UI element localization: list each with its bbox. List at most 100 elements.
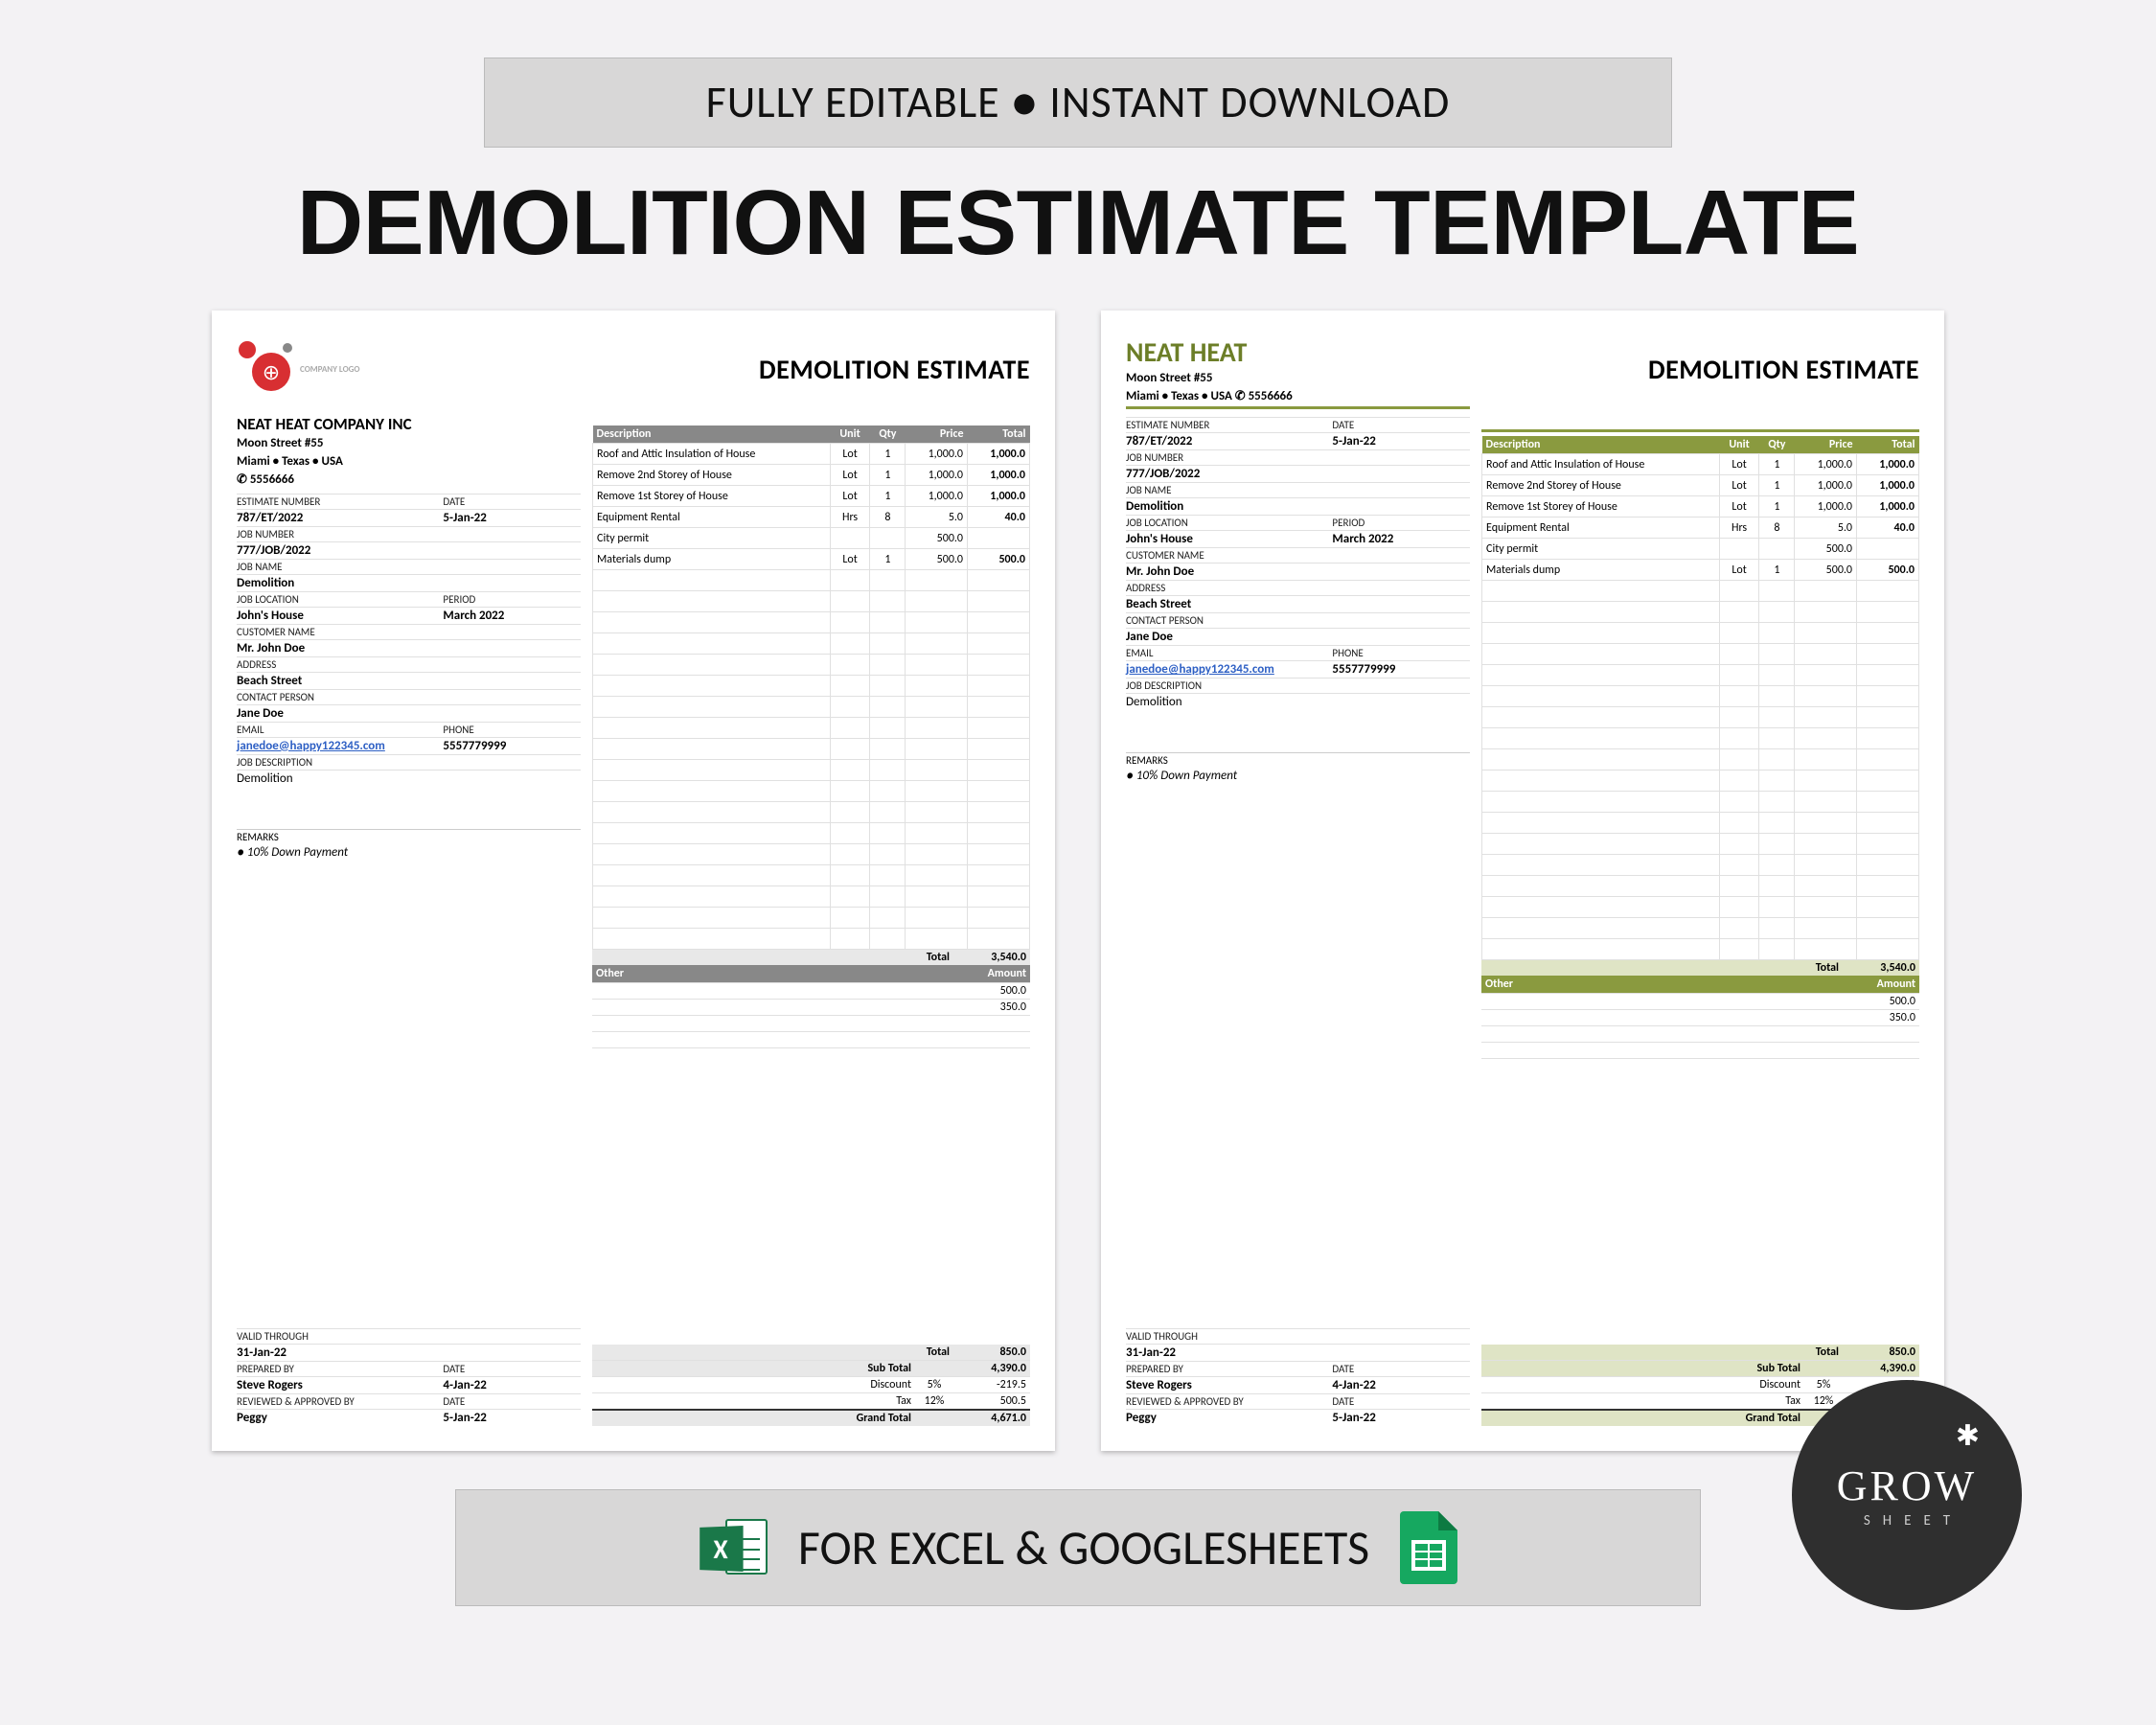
val-job-name-2: Demolition xyxy=(1126,498,1332,515)
discount-label-2: Discount xyxy=(1481,1377,1804,1392)
amount-head: Amount xyxy=(953,965,1030,982)
label-prep-date: DATE xyxy=(443,1362,581,1376)
val-cust-2: Mr. John Doe xyxy=(1126,564,1332,580)
items-total-val-2: 3,540.0 xyxy=(1843,960,1919,976)
table-row: City permit500.0 xyxy=(593,528,1030,549)
val-date: 5-Jan-22 xyxy=(443,510,581,526)
val-phone: 5557779999 xyxy=(443,738,581,754)
tax-val: 500.5 xyxy=(953,1393,1030,1409)
badge-line1: GROW xyxy=(1837,1461,1977,1510)
val-remarks-2: ● 10% Down Payment xyxy=(1126,769,1470,783)
other-row: 500.0 xyxy=(1481,993,1919,1009)
table-row xyxy=(1482,855,1919,876)
tax-label: Tax xyxy=(592,1393,915,1409)
globe-icon: ⊕ xyxy=(263,359,280,385)
table-row: Equipment RentalHrs85.040.0 xyxy=(593,507,1030,528)
val-jobdesc: Demolition xyxy=(237,770,443,787)
table-row xyxy=(1482,876,1919,897)
val-job-loc: John's House xyxy=(237,608,443,624)
val-job-num-2: 777/JOB/2022 xyxy=(1126,466,1332,482)
other-row xyxy=(592,1047,1030,1064)
addr-1-2: Moon Street #55 xyxy=(1126,370,1470,387)
table-row xyxy=(593,760,1030,781)
th-price: Price xyxy=(906,426,968,444)
table-row xyxy=(593,633,1030,655)
table-row: Roof and Attic Insulation of HouseLot11,… xyxy=(593,444,1030,465)
table-row xyxy=(1482,792,1919,813)
val-prep-date: 4-Jan-22 xyxy=(443,1377,581,1393)
val-valid-2: 31-Jan-22 xyxy=(1126,1345,1332,1361)
label-remarks: REMARKS xyxy=(237,829,581,843)
val-email-2[interactable]: janedoe@happy122345.com xyxy=(1126,661,1332,678)
badge-line2: SHEET xyxy=(1864,1512,1962,1530)
table-row: Remove 2nd Storey of HouseLot11,000.01,0… xyxy=(1482,475,1919,496)
table-row xyxy=(593,570,1030,591)
excel-icon: X xyxy=(699,1513,768,1582)
google-sheets-icon xyxy=(1400,1511,1457,1584)
other-head: Other xyxy=(592,965,953,982)
val-phone-2: 5557779999 xyxy=(1332,661,1470,678)
val-job-loc-2: John's House xyxy=(1126,531,1332,547)
val-rev-date-2: 5-Jan-22 xyxy=(1332,1410,1470,1426)
estimate-title: DEMOLITION ESTIMATE xyxy=(592,335,1030,402)
addr-1: Moon Street #55 xyxy=(237,435,581,452)
label-est-num: ESTIMATE NUMBER xyxy=(237,494,443,509)
grand-total-label-2: Grand Total xyxy=(1481,1411,1804,1426)
table-row xyxy=(593,929,1030,950)
table-row xyxy=(593,739,1030,760)
label-job-loc: JOB LOCATION xyxy=(237,592,443,607)
table-row: Materials dumpLot1500.0500.0 xyxy=(1482,560,1919,581)
grand-total-val: 4,671.0 xyxy=(953,1411,1030,1426)
label-est-num-2: ESTIMATE NUMBER xyxy=(1126,418,1332,432)
val-rev-date: 5-Jan-22 xyxy=(443,1410,581,1426)
label-job-name-2: JOB NAME xyxy=(1126,483,1332,497)
tax-label-2: Tax xyxy=(1481,1393,1804,1409)
val-addr: Beach Street xyxy=(237,673,443,689)
label-phone: PHONE xyxy=(443,723,581,737)
logo-caption: COMPANY LOGO xyxy=(300,364,359,375)
label-valid: VALID THROUGH xyxy=(237,1329,443,1344)
val-period: March 2022 xyxy=(443,608,581,624)
table-row xyxy=(1482,770,1919,792)
label-remarks-2: REMARKS xyxy=(1126,752,1470,767)
subtotal-label-2: Sub Total xyxy=(1481,1361,1804,1376)
company-name-2: NEAT HEAT xyxy=(1126,335,1470,369)
table-row xyxy=(593,802,1030,823)
table-row: City permit500.0 xyxy=(1482,539,1919,560)
addr-3: ✆ 5556666 xyxy=(237,472,581,489)
discount-pct: 5% xyxy=(915,1377,953,1392)
label-date: DATE xyxy=(443,494,581,509)
label-job-num-2: JOB NUMBER xyxy=(1126,450,1332,465)
other-head-2: Other xyxy=(1481,976,1843,993)
label-cust: CUSTOMER NAME xyxy=(237,625,443,639)
val-contact-2: Jane Doe xyxy=(1126,629,1332,645)
templates-row: ⊕ COMPANY LOGO NEAT HEAT COMPANY INC Moo… xyxy=(0,310,2156,1451)
table-row xyxy=(593,865,1030,886)
val-reviewed: Peggy xyxy=(237,1410,443,1426)
table-row xyxy=(1482,939,1919,960)
val-prepared-2: Steve Rogers xyxy=(1126,1377,1332,1393)
product-card: FULLY EDITABLE ● INSTANT DOWNLOAD DEMOLI… xyxy=(0,0,2156,1725)
table-row xyxy=(593,781,1030,802)
other-total-label: Total xyxy=(592,1345,953,1360)
table-row: Equipment RentalHrs85.040.0 xyxy=(1482,518,1919,539)
other-total-val: 850.0 xyxy=(953,1345,1030,1360)
val-email[interactable]: janedoe@happy122345.com xyxy=(237,738,443,754)
subtotal-val-2: 4,390.0 xyxy=(1843,1361,1919,1376)
other-total-label-2: Total xyxy=(1481,1345,1843,1360)
grand-total-label: Grand Total xyxy=(592,1411,915,1426)
table-row xyxy=(1482,686,1919,707)
other-row xyxy=(1481,1058,1919,1074)
items-total-val: 3,540.0 xyxy=(953,950,1030,965)
val-jobdesc-2: Demolition xyxy=(1126,694,1332,710)
top-banner: FULLY EDITABLE ● INSTANT DOWNLOAD xyxy=(484,58,1672,148)
label-reviewed: REVIEWED & APPROVED BY xyxy=(237,1394,443,1409)
table-row xyxy=(593,886,1030,908)
val-period-2: March 2022 xyxy=(1332,531,1470,547)
th-desc-2: Description xyxy=(1482,436,1720,454)
subtotal-val: 4,390.0 xyxy=(953,1361,1030,1376)
table-row xyxy=(1482,644,1919,665)
table-row: Remove 1st Storey of HouseLot11,000.01,0… xyxy=(1482,496,1919,518)
label-prepared: PREPARED BY xyxy=(237,1362,443,1376)
bottom-banner: X FOR EXCEL & GOOGLESHEETS xyxy=(455,1489,1701,1606)
